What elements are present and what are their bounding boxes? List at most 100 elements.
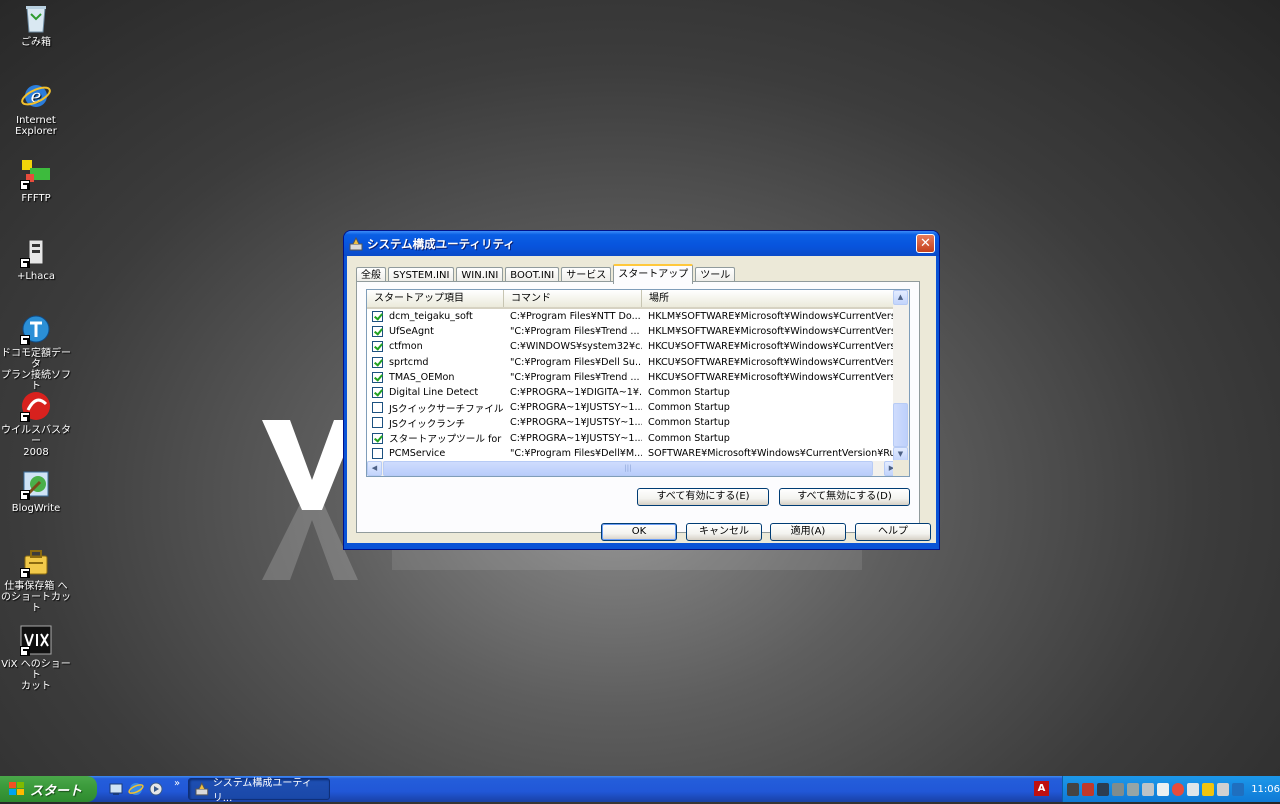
- ok-button[interactable]: OK: [601, 523, 677, 541]
- table-row[interactable]: UfSeAgnt "C:¥Program Files¥Trend ... HKLM¥…: [367, 324, 900, 339]
- internet-explorer-icon: e: [20, 80, 52, 112]
- table-row[interactable]: PCMService "C:¥Program Files¥Dell¥M... SOF…: [367, 446, 900, 461]
- startup-checkbox[interactable]: [372, 341, 383, 353]
- desktop-icon-label: ドコモ定額データ プラン接続ソフト: [1, 348, 71, 392]
- tray-device-icon[interactable]: [1157, 782, 1170, 796]
- msconfig-window: システム構成ユーティリティ ✕ 全般 SYSTEM.INI WIN.INI BO…: [344, 231, 939, 549]
- list-header: スタートアップ項目 コマンド 場所: [367, 290, 900, 309]
- desktop-icon-ffftp[interactable]: FFFTP: [0, 158, 72, 204]
- tray-connection-icon[interactable]: [1187, 782, 1200, 796]
- startup-checkbox[interactable]: [372, 356, 383, 368]
- tray-tool-icon[interactable]: [1142, 782, 1155, 796]
- location-cell: HKCU¥SOFTWARE¥Microsoft¥Windows¥CurrentV…: [648, 356, 900, 368]
- tray-signal-icon[interactable]: [1097, 782, 1110, 796]
- desktop-icon-blogwrite[interactable]: BlogWrite: [0, 468, 72, 514]
- vertical-scroll-thumb[interactable]: [893, 403, 908, 447]
- location-cell: HKCU¥SOFTWARE¥Microsoft¥Windows¥CurrentV…: [648, 371, 900, 383]
- startup-item-name: PCMService: [389, 447, 446, 459]
- tray-network-icon[interactable]: [1112, 782, 1125, 796]
- virusbuster-icon: [20, 390, 52, 422]
- location-cell: Common Startup: [648, 387, 730, 399]
- startup-checkbox[interactable]: [372, 417, 383, 429]
- shortcut-arrow-icon: [20, 646, 30, 656]
- windows-flag-icon: [9, 782, 24, 795]
- scrollbar-corner: [893, 460, 909, 476]
- desktop-icon-docomo[interactable]: ドコモ定額データ プラン接続ソフト: [0, 313, 72, 392]
- location-cell: HKLM¥SOFTWARE¥Microsoft¥Windows¥CurrentV…: [648, 326, 900, 338]
- startup-checkbox[interactable]: [372, 432, 383, 444]
- tray-app-icon[interactable]: [1067, 782, 1080, 796]
- start-label: スタート: [30, 783, 83, 799]
- quicklaunch-chevron-icon[interactable]: »: [174, 778, 180, 789]
- internet-explorer-icon[interactable]: [128, 781, 144, 797]
- table-row[interactable]: スタートアップツール for A... C:¥PROGRA~1¥JUSTSY~1.…: [367, 431, 900, 446]
- scroll-left-button[interactable]: ◀: [367, 461, 382, 476]
- desktop-icon-vix[interactable]: ViX へのショート カット: [0, 624, 72, 692]
- window-titlebar[interactable]: システム構成ユーティリティ ✕: [344, 231, 939, 256]
- disable-all-button[interactable]: すべて無効にする(D): [779, 488, 910, 506]
- startup-checkbox[interactable]: [372, 447, 383, 459]
- table-row[interactable]: sprtcmd "C:¥Program Files¥Dell Su... HKCU¥…: [367, 355, 900, 370]
- msconfig-app-icon: [349, 236, 363, 250]
- tray-clock: 11:06: [1251, 783, 1280, 795]
- tray-monitor-icon[interactable]: [1217, 782, 1230, 796]
- horizontal-scroll-thumb[interactable]: |||: [383, 461, 873, 476]
- tray-volume-icon[interactable]: [1232, 782, 1245, 796]
- tray-ime-icon[interactable]: [1202, 782, 1215, 796]
- briefcase-icon: [20, 546, 52, 578]
- table-row[interactable]: dcm_teigaku_soft C:¥Program Files¥NTT Do.…: [367, 309, 900, 324]
- table-row[interactable]: TMAS_OEMon "C:¥Program Files¥Trend ... HKC…: [367, 370, 900, 385]
- startup-item-name: JSクイックサーチファイル 自動...: [389, 403, 504, 415]
- column-header-location[interactable]: 場所: [642, 290, 900, 307]
- column-header-command[interactable]: コマンド: [504, 290, 642, 307]
- table-row[interactable]: JSクイックランチ C:¥PROGRA~1¥JUSTSY~1... Common S…: [367, 415, 900, 430]
- table-row[interactable]: ctfmon C:¥WINDOWS¥system32¥c... HKCU¥SOFTW…: [367, 339, 900, 354]
- adobe-icon[interactable]: A: [1034, 781, 1049, 796]
- start-button[interactable]: スタート: [0, 776, 97, 802]
- tray-virusbuster-icon[interactable]: [1172, 782, 1185, 796]
- startup-list[interactable]: スタートアップ項目 コマンド 場所 dcm_teigaku_soft C:¥Pro…: [366, 289, 910, 477]
- vertical-scrollbar[interactable]: ▲ ▼: [893, 290, 909, 462]
- scroll-up-button[interactable]: ▲: [893, 290, 908, 305]
- tray-network-icon[interactable]: [1127, 782, 1140, 796]
- startup-checkbox[interactable]: [372, 387, 383, 399]
- startup-item-name: JSクイックランチ: [389, 418, 466, 430]
- desktop-icon-label: BlogWrite: [11, 503, 61, 514]
- apply-button[interactable]: 適用(A): [770, 523, 846, 541]
- shortcut-arrow-icon: [20, 258, 30, 268]
- table-row[interactable]: Digital Line Detect C:¥PROGRA~1¥DIGITA~1¥…: [367, 385, 900, 400]
- location-cell: Common Startup: [648, 417, 730, 429]
- desktop-icon-internet-explorer[interactable]: e Internet Explorer: [0, 80, 72, 137]
- blogwrite-icon: [20, 468, 52, 500]
- enable-all-button[interactable]: すべて有効にする(E): [637, 488, 769, 506]
- close-icon: ✕: [920, 236, 931, 251]
- help-button[interactable]: ヘルプ: [855, 523, 931, 541]
- tray-security-icon[interactable]: [1082, 782, 1095, 796]
- desktop-icon-virusbuster[interactable]: ウイルスバスター 2008: [0, 390, 72, 458]
- desktop-icon-recycle-bin[interactable]: ごみ箱: [0, 2, 72, 48]
- startup-item-name: スタートアップツール for A...: [389, 434, 504, 446]
- tab-startup[interactable]: スタートアップ: [613, 264, 694, 284]
- desktop-icon-work-folder[interactable]: 仕事保存箱 へ のショートカット: [0, 546, 72, 614]
- lhaca-icon: [20, 236, 52, 268]
- show-desktop-icon[interactable]: [108, 781, 124, 797]
- shortcut-arrow-icon: [20, 568, 30, 578]
- startup-item-cell: sprtcmd: [367, 356, 504, 368]
- horizontal-scrollbar[interactable]: ◀ ||| ▶: [367, 461, 900, 476]
- desktop-icon-label: ViX へのショート カット: [1, 659, 71, 692]
- desktop-icon-lhaca[interactable]: +Lhaca: [0, 236, 72, 282]
- cancel-button[interactable]: キャンセル: [686, 523, 762, 541]
- media-player-icon[interactable]: [148, 781, 164, 797]
- close-button[interactable]: ✕: [916, 234, 935, 253]
- command-cell: "C:¥Program Files¥Trend ...: [510, 371, 640, 383]
- window-title: システム構成ユーティリティ: [367, 236, 515, 251]
- command-cell: C:¥PROGRA~1¥DIGITA~1¥...: [510, 387, 642, 399]
- table-row[interactable]: JSクイックサーチファイル 自動... C:¥PROGRA~1¥JUSTSY~1.…: [367, 400, 900, 415]
- taskbar-button-msconfig[interactable]: システム構成ユーティリ...: [188, 778, 330, 804]
- column-header-startup-item[interactable]: スタートアップ項目: [367, 290, 504, 307]
- startup-checkbox[interactable]: [372, 402, 383, 414]
- startup-checkbox[interactable]: [372, 311, 383, 323]
- startup-item-cell: UfSeAgnt: [367, 326, 504, 338]
- startup-checkbox[interactable]: [372, 326, 383, 338]
- startup-checkbox[interactable]: [372, 371, 383, 383]
